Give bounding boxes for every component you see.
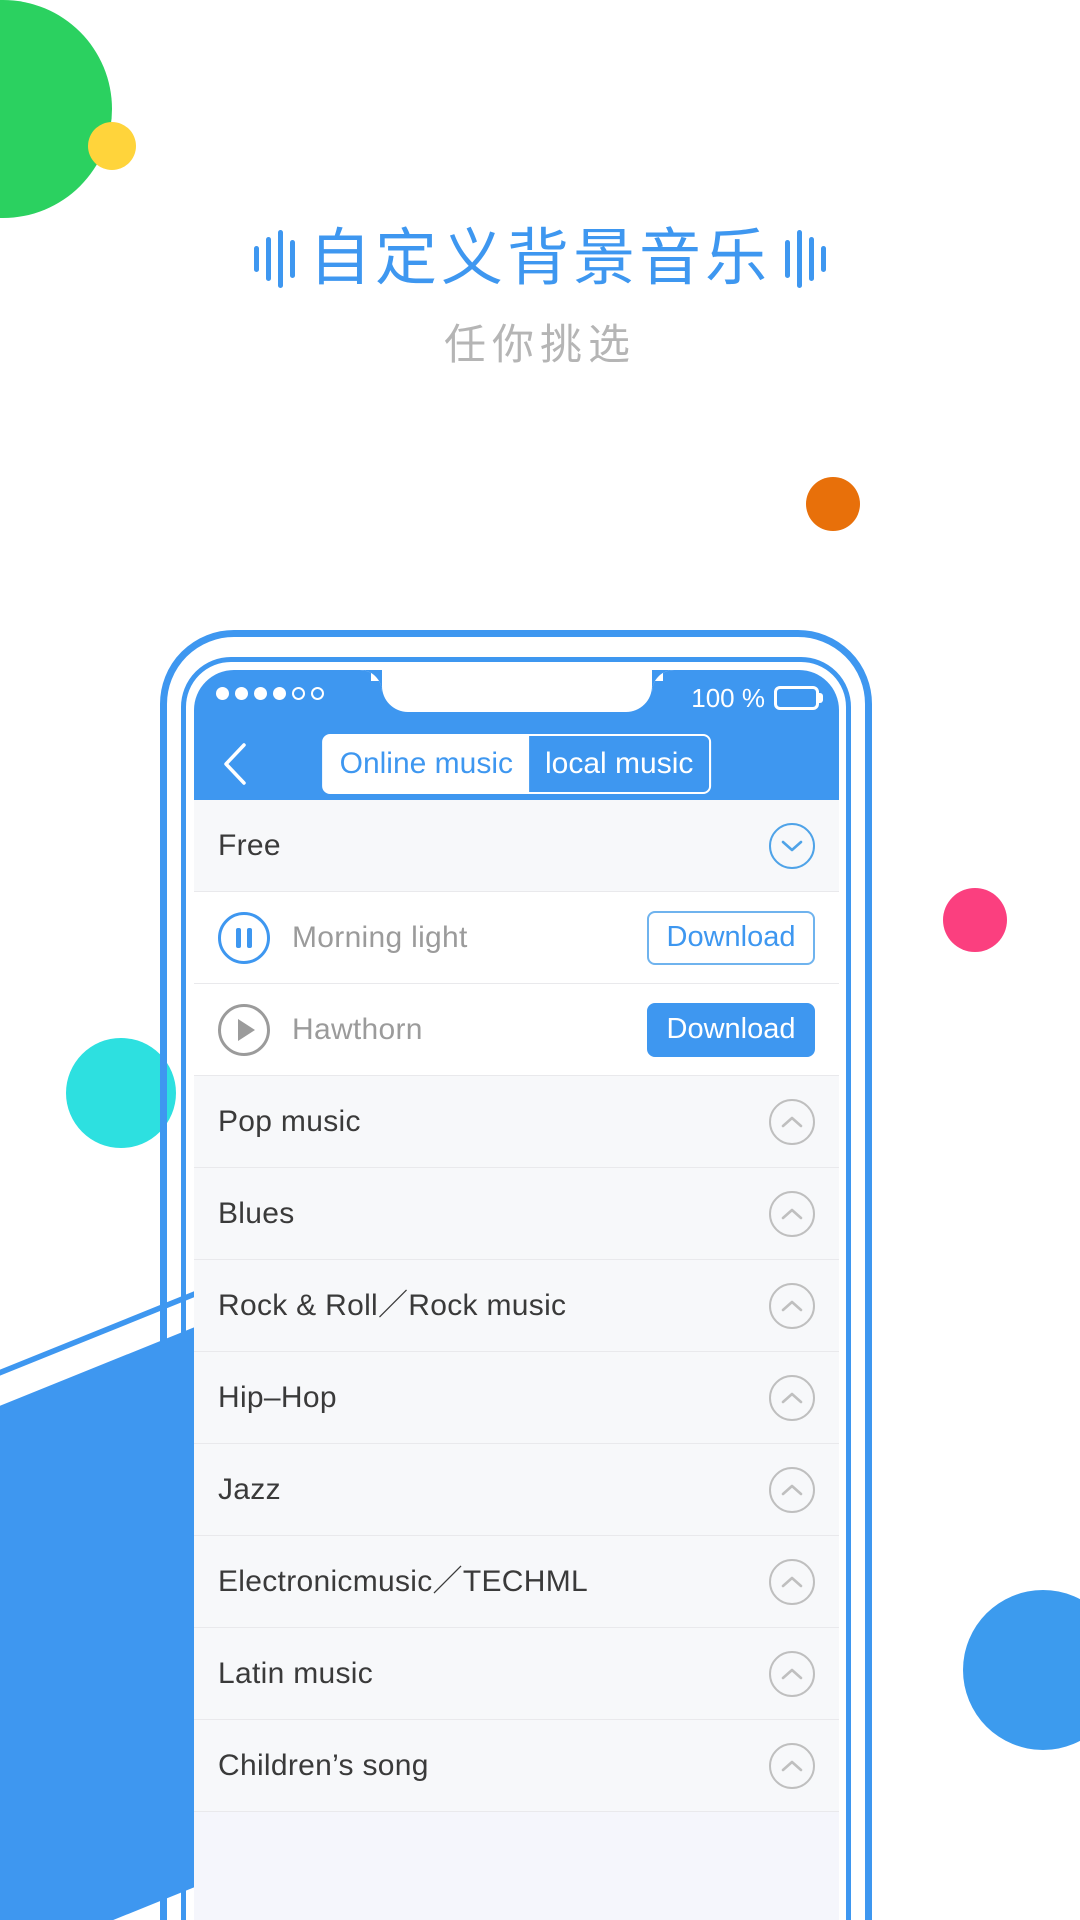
row-label: Latin music (218, 1656, 374, 1690)
row-label: Jazz (218, 1472, 281, 1506)
row-label: Hawthorn (292, 1012, 423, 1046)
tab-local-music[interactable]: local music (529, 736, 710, 792)
row-label: Hip–Hop (218, 1380, 337, 1414)
notch (359, 670, 674, 712)
music-source-tabs[interactable]: Online music local music (321, 734, 712, 794)
list-item-electronic[interactable]: Electronicmusic／TECHML (194, 1536, 839, 1628)
tab-online-music[interactable]: Online music (323, 736, 530, 792)
list-footer (194, 1812, 839, 1920)
play-icon[interactable] (218, 1003, 270, 1056)
sound-wave-right-icon (785, 230, 826, 288)
chevron-up-icon[interactable] (769, 1282, 815, 1329)
download-button[interactable]: Download (647, 1002, 815, 1057)
battery-status: 100 % (691, 685, 819, 711)
phone-screen: 100 % Online music local music Free Morn… (194, 670, 839, 1920)
chevron-up-icon[interactable] (769, 1650, 815, 1697)
signal-strength-icon (216, 687, 324, 700)
list-item-rock[interactable]: Rock & Roll／Rock music (194, 1260, 839, 1352)
nav-bar: Online music local music (194, 728, 839, 800)
row-label: Blues (218, 1196, 295, 1230)
status-bar: 100 % (194, 670, 839, 728)
download-button[interactable]: Download (647, 910, 815, 965)
chevron-up-icon[interactable] (769, 1374, 815, 1421)
row-label: Electronicmusic／TECHML (218, 1564, 588, 1598)
page-subtitle: 任你挑选 (443, 321, 636, 368)
row-label: Morning light (292, 920, 468, 954)
chevron-down-icon[interactable] (769, 822, 815, 869)
back-button[interactable] (212, 741, 258, 787)
sound-wave-left-icon (253, 230, 295, 288)
row-label: Rock & Roll／Rock music (218, 1288, 567, 1322)
chevron-up-icon[interactable] (769, 1190, 815, 1237)
list-item-childrens-song[interactable]: Children’s song (194, 1720, 839, 1812)
phone-mockup: 100 % Online music local music Free Morn… (160, 630, 900, 1920)
chevron-up-icon[interactable] (769, 1742, 815, 1789)
decor-dot-pink (943, 888, 1007, 952)
chevron-up-icon[interactable] (769, 1466, 815, 1513)
music-list: Free Morning light Download Hawthorn Dow… (194, 800, 839, 1920)
list-item-blues[interactable]: Blues (194, 1168, 839, 1260)
chevron-up-icon[interactable] (769, 1558, 815, 1605)
list-item-morning-light[interactable]: Morning light Download (194, 892, 839, 984)
decor-dot-blue (963, 1590, 1080, 1750)
row-label: Pop music (218, 1104, 361, 1138)
decor-dot-orange (806, 477, 860, 531)
list-item-jazz[interactable]: Jazz (194, 1444, 839, 1536)
battery-label: 100 % (691, 683, 765, 713)
pause-icon[interactable] (218, 911, 270, 964)
list-item-hip-hop[interactable]: Hip–Hop (194, 1352, 839, 1444)
list-item-free[interactable]: Free (194, 800, 839, 892)
chevron-up-icon[interactable] (769, 1098, 815, 1145)
row-label: Free (218, 828, 281, 862)
battery-icon (774, 686, 819, 710)
row-label: Children’s song (218, 1748, 429, 1782)
title-row: 自定义背景音乐 (0, 228, 1080, 290)
list-item-latin-music[interactable]: Latin music (194, 1628, 839, 1720)
chevron-left-icon (224, 743, 246, 785)
header: 自定义背景音乐 任你挑选 (0, 228, 1080, 366)
decor-dot-yellow (88, 122, 136, 170)
page-title: 自定义背景音乐 (308, 224, 771, 293)
decor-dot-green (0, 0, 112, 218)
promo-page: 自定义背景音乐 任你挑选 100 % Online music local mu… (0, 0, 1080, 1920)
list-item-hawthorn[interactable]: Hawthorn Download (194, 984, 839, 1076)
list-item-pop-music[interactable]: Pop music (194, 1076, 839, 1168)
